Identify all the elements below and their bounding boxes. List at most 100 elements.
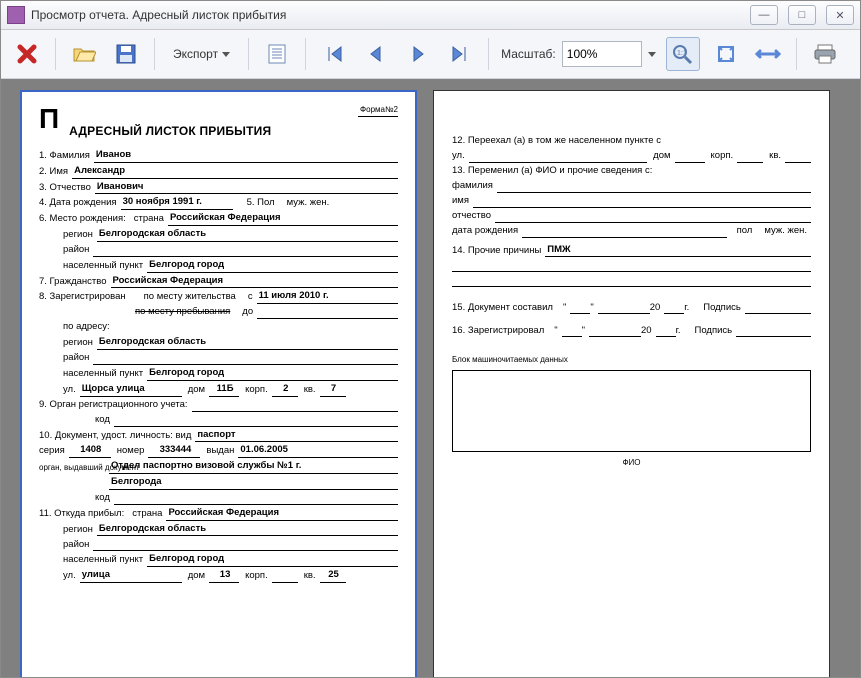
label: корп. (245, 384, 268, 397)
print-icon[interactable] (809, 38, 841, 70)
doc-letter: П (39, 105, 59, 133)
field-street: Щорса улица (80, 383, 182, 397)
separator (488, 38, 489, 70)
field (114, 414, 398, 427)
label: 14. Прочие причины (452, 245, 541, 258)
label: орган, выдавший документ (39, 463, 105, 474)
field-other-reason: ПМЖ (545, 244, 811, 258)
field-series: 1408 (69, 444, 111, 458)
label: 12. Переехал (а) в том же населенном пун… (452, 135, 661, 148)
label: 7. Гражданство (39, 276, 107, 289)
close-icon[interactable] (11, 38, 43, 70)
label: страна (132, 508, 162, 521)
field-addr-city: Белгород город (147, 367, 398, 381)
zoom-input[interactable] (562, 41, 642, 67)
label-strikethrough: по месту пребывания (135, 306, 230, 319)
label: 13. Переменил (а) ФИО и прочие сведения … (452, 165, 652, 178)
label: пол (737, 225, 753, 238)
field (562, 324, 582, 337)
field (497, 180, 811, 193)
label: 20 (650, 302, 661, 315)
label: дом (653, 150, 670, 163)
export-dropdown[interactable]: Экспорт (167, 43, 236, 65)
field (522, 225, 726, 238)
field-from-street: улица (80, 569, 182, 583)
zoom-actual-icon[interactable]: 1:1 (666, 37, 700, 71)
form-number: Форма№2 (358, 105, 398, 117)
fio-label: ФИО (452, 458, 811, 469)
field (93, 352, 398, 365)
export-label: Экспорт (173, 47, 218, 61)
label: Подпись (703, 302, 741, 315)
label: корп. (711, 150, 734, 163)
close-window-button[interactable]: ✕ (826, 5, 854, 25)
field (192, 399, 399, 412)
field-from-house: 13 (209, 569, 239, 583)
fit-page-icon[interactable] (710, 38, 742, 70)
zoom-group: Масштаб: (501, 41, 656, 67)
label: регион (63, 229, 93, 242)
label: номер (117, 445, 145, 458)
label: 6. Место рождения: (39, 213, 126, 226)
label: кв. (769, 150, 781, 163)
maximize-button[interactable]: □ (788, 5, 816, 25)
open-icon[interactable] (68, 38, 100, 70)
last-page-icon[interactable] (444, 38, 476, 70)
label: район (63, 244, 89, 257)
titlebar: Просмотр отчета. Адресный листок прибыти… (1, 1, 860, 30)
label: регион (63, 337, 93, 350)
field-from-flat: 25 (320, 569, 346, 583)
quote: " (554, 325, 557, 338)
label: дом (188, 384, 205, 397)
separator (154, 38, 155, 70)
label: имя (452, 195, 469, 208)
field (745, 301, 811, 314)
label: 5. Пол (247, 197, 275, 210)
toolbar: Экспорт Масштаб: 1:1 (1, 30, 860, 79)
label: г. (676, 325, 681, 338)
first-page-icon[interactable] (318, 38, 350, 70)
field-issuer-1: Отдел паспортно визовой службы №1 г. (109, 460, 398, 474)
label: район (63, 539, 89, 552)
mr-block-label: Блок машиночитаемых данных (452, 355, 811, 366)
workspace: П Форма№2 АДРЕСНЫЙ ЛИСТОК ПРИБЫТИЯ 1. Фа… (1, 79, 860, 677)
label: выдан (206, 445, 234, 458)
label: регион (63, 524, 93, 537)
label: до (242, 306, 253, 319)
field-from-city: Белгород город (147, 553, 398, 567)
field (452, 259, 811, 272)
label: 16. Зарегистрировал (452, 325, 544, 338)
field (785, 150, 811, 163)
field (737, 150, 763, 163)
page-setup-icon[interactable] (261, 38, 293, 70)
quote: " (582, 325, 585, 338)
field-birth-city: Белгород город (147, 259, 398, 273)
save-icon[interactable] (110, 38, 142, 70)
field-doc-type: паспорт (195, 429, 398, 443)
doc-title: АДРЕСНЫЙ ЛИСТОК ПРИБЫТИЯ (69, 123, 398, 139)
minimize-button[interactable]: — (750, 5, 778, 25)
label: 10. Документ, удост. личность: вид (39, 430, 191, 443)
field (664, 301, 684, 314)
field-birth-region: Белгородская область (97, 228, 398, 242)
prev-page-icon[interactable] (360, 38, 392, 70)
field (114, 492, 398, 505)
field (675, 150, 705, 163)
field (570, 301, 590, 314)
fit-width-icon[interactable] (752, 38, 784, 70)
field-sex: муж. жен. (287, 197, 330, 210)
chevron-down-icon[interactable] (648, 52, 656, 57)
next-page-icon[interactable] (402, 38, 434, 70)
report-page-2: 12. Переехал (а) в том же населенном пун… (434, 91, 829, 677)
field-reg-date: 11 июля 2010 г. (257, 290, 398, 304)
field-from-region: Белгородская область (97, 523, 398, 537)
app-window: Просмотр отчета. Адресный листок прибыти… (0, 0, 861, 678)
separator (796, 38, 797, 70)
label: 8. Зарегистрирован (39, 291, 126, 304)
field-issuer-2: Белгорода (109, 476, 398, 490)
field (598, 301, 650, 314)
field-from-korp (272, 570, 298, 583)
field (473, 195, 811, 208)
field-name: Александр (72, 165, 398, 179)
label: населенный пункт (63, 260, 143, 273)
